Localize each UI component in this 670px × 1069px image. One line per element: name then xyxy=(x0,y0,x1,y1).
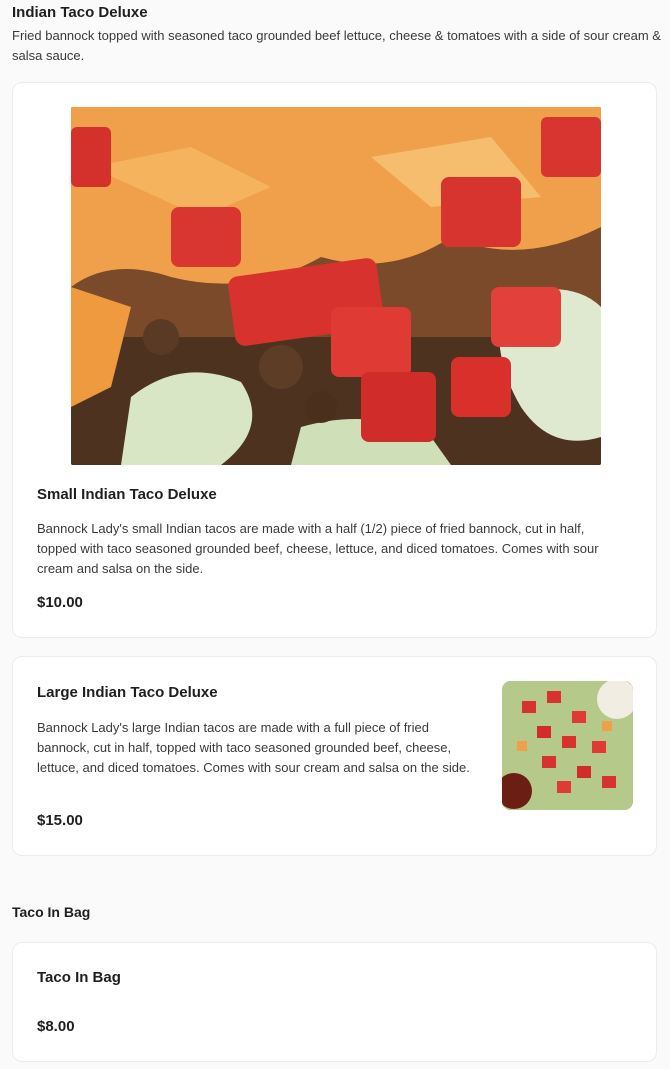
item-name: Large Indian Taco Deluxe xyxy=(37,684,218,701)
item-price: $10.00 xyxy=(37,594,83,611)
section-title: Indian Taco Deluxe xyxy=(12,4,148,21)
item-description: Bannock Lady's small Indian tacos are ma… xyxy=(37,521,599,576)
item-name: Taco In Bag xyxy=(37,969,121,986)
menu-item-card-taco-in-bag[interactable]: Taco In Bag $8.00 xyxy=(12,942,657,1062)
section-title: Taco In Bag xyxy=(12,904,91,920)
taco-thumbnail xyxy=(502,681,633,810)
item-price: $8.00 xyxy=(37,1018,75,1035)
item-price: $15.00 xyxy=(37,812,83,829)
item-name: Small Indian Taco Deluxe xyxy=(37,486,217,503)
taco-photo xyxy=(71,107,601,465)
section-description: Fried bannock topped with seasoned taco … xyxy=(12,28,661,63)
item-description: Bannock Lady's large Indian tacos are ma… xyxy=(37,720,470,775)
menu-item-card-large-indian-taco[interactable]: Large Indian Taco Deluxe Bannock Lady's … xyxy=(12,656,657,856)
menu-item-card-small-indian-taco[interactable]: Small Indian Taco Deluxe Bannock Lady's … xyxy=(12,82,657,638)
